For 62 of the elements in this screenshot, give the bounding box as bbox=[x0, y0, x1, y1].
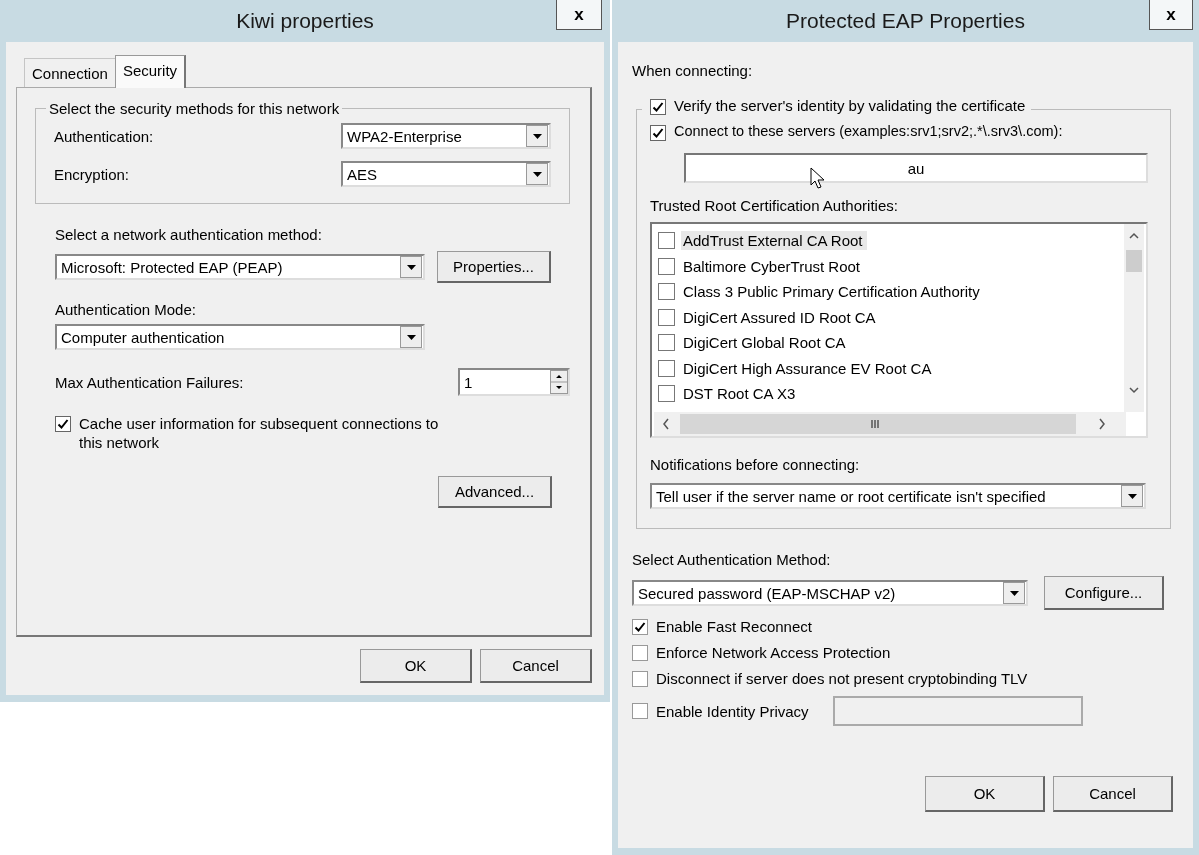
dropdown[interactable]: Computer authentication bbox=[55, 324, 425, 350]
window-title: Protected EAP Properties bbox=[786, 9, 1025, 33]
field-label: Authentication Mode: bbox=[55, 301, 197, 318]
field-label: Authentication: bbox=[54, 127, 154, 145]
cancel-button[interactable]: Cancel bbox=[1053, 776, 1173, 812]
number-spinner[interactable]: 1 bbox=[458, 368, 570, 396]
checkbox[interactable] bbox=[658, 334, 675, 352]
list-item[interactable]: Class 3 Public Primary Certification Authority bbox=[681, 282, 984, 302]
checkbox[interactable] bbox=[55, 416, 71, 432]
close-button[interactable]: x bbox=[556, 0, 602, 30]
cancel-button[interactable]: Cancel bbox=[480, 649, 592, 683]
ok-button[interactable]: OK bbox=[925, 776, 1045, 812]
checkbox[interactable] bbox=[658, 232, 675, 250]
input-field[interactable]: au bbox=[684, 153, 1148, 183]
list-item[interactable]: DigiCert Global Root CA bbox=[681, 333, 850, 353]
group-title: Select the security methods for this network bbox=[46, 100, 343, 117]
checkbox[interactable] bbox=[632, 644, 648, 661]
field-label: Select a network authentication method: bbox=[55, 226, 323, 243]
checkbox[interactable] bbox=[650, 125, 666, 141]
dropdown[interactable]: Microsoft: Protected EAP (PEAP) bbox=[55, 254, 425, 280]
checkbox-label: Verify the server's identity by validating the certificate bbox=[674, 97, 1026, 114]
advanced-button[interactable]: Advanced... bbox=[438, 476, 552, 508]
field-label: Encryption: bbox=[54, 165, 130, 183]
field-label: Select Authentication Method: bbox=[632, 551, 832, 568]
dropdown[interactable]: WPA2-Enterprise bbox=[341, 123, 551, 149]
checkbox[interactable] bbox=[632, 618, 648, 635]
window-title: Kiwi properties bbox=[236, 9, 374, 33]
tab[interactable]: Security bbox=[114, 55, 187, 88]
checkbox-label: Cache user information for subsequent connections to this network bbox=[79, 414, 439, 452]
checkbox[interactable] bbox=[650, 99, 666, 115]
checkbox[interactable] bbox=[632, 703, 648, 719]
configure-button[interactable]: Configure... bbox=[1044, 576, 1164, 610]
vertical-scrollbar[interactable] bbox=[1124, 224, 1144, 412]
field-label: Trusted Root Certification Authorities: bbox=[650, 197, 899, 214]
spinner-arrows-icon bbox=[550, 370, 568, 394]
section-label: When connecting: bbox=[632, 62, 754, 79]
checkbox-label: Connect to these servers (examples:srv1;srv2;.*\.srv3\.com): bbox=[674, 123, 1063, 139]
checkbox[interactable] bbox=[658, 283, 675, 301]
dropdown[interactable]: Secured password (EAP-MSCHAP v2) bbox=[632, 580, 1028, 606]
checkbox[interactable] bbox=[632, 670, 648, 687]
dropdown[interactable]: Tell user if the server name or root certificate isn't specified bbox=[650, 483, 1146, 509]
dropdown[interactable]: AES bbox=[341, 161, 551, 187]
field-label: Notifications before connecting: bbox=[650, 456, 861, 473]
checkbox[interactable] bbox=[658, 308, 675, 326]
tab[interactable]: Connection bbox=[24, 58, 116, 87]
list-item[interactable]: DigiCert High Assurance EV Root CA bbox=[681, 358, 936, 378]
checkbox[interactable] bbox=[658, 359, 675, 377]
mouse-pointer-icon bbox=[810, 167, 826, 189]
checkbox-label: Enforce Network Access Protection bbox=[656, 644, 891, 661]
close-button[interactable]: x bbox=[1149, 0, 1193, 30]
field-label: Max Authentication Failures: bbox=[55, 373, 244, 391]
checkbox[interactable] bbox=[658, 257, 675, 275]
ok-button[interactable]: OK bbox=[360, 649, 472, 683]
list-item[interactable]: DST Root CA X3 bbox=[681, 384, 800, 404]
properties-button[interactable]: Properties... bbox=[437, 251, 551, 283]
checkbox-label: Enable Identity Privacy bbox=[656, 702, 809, 720]
checkbox-label: Disconnect if server does not present cryptobinding TLV bbox=[656, 670, 1028, 687]
list-item[interactable]: Baltimore CyberTrust Root bbox=[681, 256, 864, 276]
checkbox[interactable] bbox=[658, 385, 675, 403]
list-item[interactable]: AddTrust External CA Root bbox=[681, 231, 867, 251]
list-item[interactable]: DigiCert Assured ID Root CA bbox=[681, 307, 880, 327]
checkbox-label: Enable Fast Reconnect bbox=[656, 618, 812, 635]
